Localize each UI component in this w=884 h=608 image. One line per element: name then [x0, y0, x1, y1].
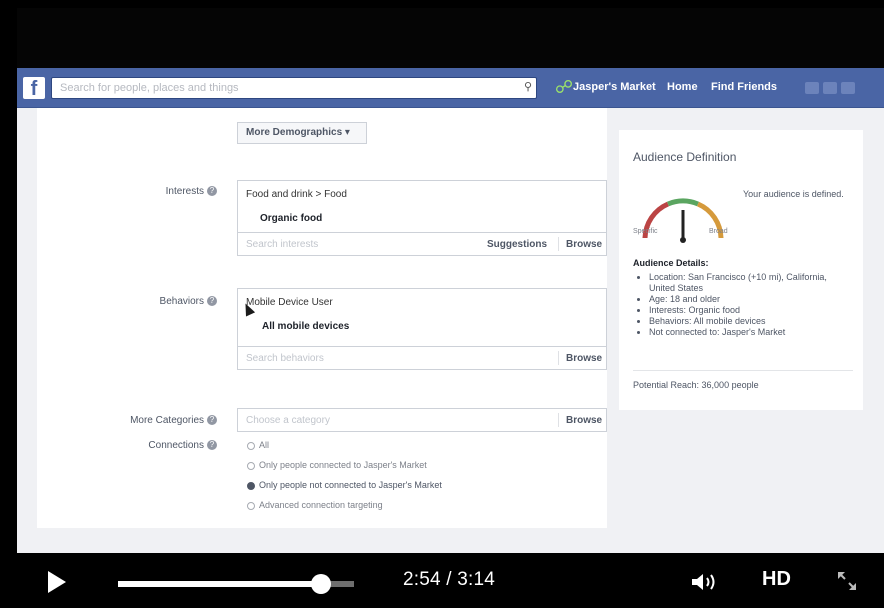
potential-reach: Potential Reach: 36,000 people: [633, 380, 759, 390]
radio-selected-icon[interactable]: [247, 481, 255, 490]
more-categories-input[interactable]: Choose a category: [246, 415, 330, 426]
interests-selected-item[interactable]: Organic food: [260, 213, 322, 224]
audience-definition-panel: Audience Definition Your audience is def…: [619, 130, 863, 410]
friend-requests-icon[interactable]: [805, 82, 819, 94]
help-icon[interactable]: ?: [207, 415, 217, 426]
behaviors-selected-box: Mobile Device User All mobile devices: [237, 288, 607, 346]
audience-details-title: Audience Details:: [633, 258, 709, 268]
play-icon[interactable]: [48, 571, 66, 593]
interests-selected-box: Food and drink > Food Organic food: [237, 180, 607, 232]
volume-icon[interactable]: [690, 572, 720, 592]
ad-audience-content: More Demographics ▾ Interests? Food and …: [17, 108, 884, 553]
suggestions-button[interactable]: Suggestions: [487, 239, 547, 250]
more-categories-label-text: More Categories: [130, 415, 204, 426]
audience-detail-item: Age: 18 and older: [649, 294, 851, 305]
connections-option-all[interactable]: All: [247, 440, 269, 450]
help-icon[interactable]: ?: [207, 296, 217, 307]
behaviors-search-input[interactable]: Search behaviors: [246, 353, 324, 364]
hd-quality-button[interactable]: HD: [762, 568, 791, 591]
more-categories-label: More Categories?: [57, 415, 217, 426]
interests-path: Food and drink > Food: [246, 189, 347, 200]
connections-option-not-connected[interactable]: Only people not connected to Jasper's Ma…: [247, 480, 442, 490]
connections-label-text: Connections: [148, 440, 204, 451]
audience-detail-item: Location: San Francisco (+10 mi), Califo…: [649, 272, 851, 294]
divider: [558, 351, 559, 365]
notification-icons[interactable]: [805, 81, 865, 95]
audience-gauge-icon: [642, 198, 724, 243]
radio-label: Only people connected to Jasper's Market: [259, 460, 427, 470]
interests-browse-button[interactable]: Browse: [566, 239, 602, 250]
connections-label: Connections?: [57, 440, 217, 451]
divider: [558, 237, 559, 251]
radio-label: Advanced connection targeting: [259, 500, 383, 510]
radio-label: Only people not connected to Jasper's Ma…: [259, 480, 442, 490]
fullscreen-icon[interactable]: [836, 570, 858, 592]
connections-option-connected[interactable]: Only people connected to Jasper's Market: [247, 460, 427, 470]
audience-title: Audience Definition: [633, 150, 737, 164]
page-icon[interactable]: ☍: [553, 76, 575, 98]
behaviors-path: Mobile Device User: [246, 297, 333, 308]
video-player[interactable]: f Search for people, places and things ⚲…: [0, 0, 884, 608]
radio-label: All: [259, 440, 270, 450]
interests-search-input[interactable]: Search interests: [246, 239, 318, 250]
more-categories-row: Choose a category Browse: [237, 408, 607, 432]
time-display: 2:54 / 3:14: [403, 569, 495, 590]
video-controls: 2:54 / 3:14 HD: [0, 553, 884, 608]
facebook-top-bar: f Search for people, places and things ⚲…: [17, 68, 884, 108]
behaviors-search-row: Search behaviors Browse: [237, 346, 607, 370]
messages-icon[interactable]: [823, 82, 837, 94]
interests-search-row: Search interests Suggestions Browse: [237, 232, 607, 256]
radio-icon[interactable]: [247, 441, 255, 450]
behaviors-label: Behaviors?: [57, 296, 217, 307]
audience-details-list: Location: San Francisco (+10 mi), Califo…: [641, 272, 851, 338]
behaviors-selected-item[interactable]: All mobile devices: [262, 321, 349, 332]
video-letterbox: [17, 8, 884, 68]
progress-handle[interactable]: [310, 574, 331, 594]
search-icon[interactable]: ⚲: [521, 80, 535, 94]
gauge-broad-label: Broad: [709, 228, 728, 235]
audience-detail-item: Not connected to: Jasper's Market: [649, 327, 851, 338]
interests-label-text: Interests: [165, 186, 204, 197]
home-link[interactable]: Home: [667, 81, 698, 93]
behaviors-browse-button[interactable]: Browse: [566, 353, 602, 364]
audience-form: More Demographics ▾ Interests? Food and …: [37, 108, 607, 528]
search-input[interactable]: Search for people, places and things: [51, 77, 537, 99]
page-name-link[interactable]: Jasper's Market: [573, 81, 656, 93]
video-frame: f Search for people, places and things ⚲…: [17, 8, 884, 553]
connections-option-advanced[interactable]: Advanced connection targeting: [247, 500, 383, 510]
audience-detail-item: Interests: Organic food: [649, 305, 851, 316]
find-friends-link[interactable]: Find Friends: [711, 81, 777, 93]
progress-bar[interactable]: [118, 574, 354, 594]
behaviors-label-text: Behaviors: [159, 296, 204, 307]
facebook-logo: f: [23, 77, 45, 100]
audience-message: Your audience is defined.: [743, 189, 844, 199]
audience-detail-item: Behaviors: All mobile devices: [649, 316, 851, 327]
divider: [633, 370, 853, 371]
divider: [558, 413, 559, 427]
help-icon[interactable]: ?: [207, 186, 217, 197]
radio-icon[interactable]: [247, 501, 255, 510]
interests-label: Interests?: [57, 186, 217, 197]
gauge-specific-label: Specific: [633, 228, 658, 235]
notifications-icon[interactable]: [841, 82, 855, 94]
more-demographics-button[interactable]: More Demographics ▾: [237, 122, 367, 144]
more-categories-browse-button[interactable]: Browse: [566, 415, 602, 426]
progress-fill: [118, 581, 321, 587]
help-icon[interactable]: ?: [207, 440, 217, 451]
radio-icon[interactable]: [247, 461, 255, 470]
